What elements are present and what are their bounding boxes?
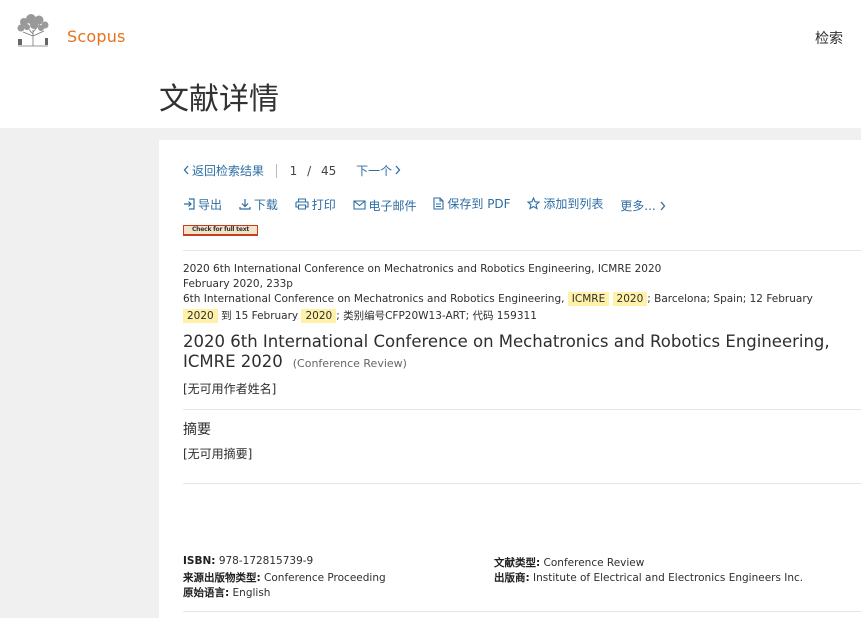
next-result-label: 下一个 xyxy=(356,164,393,178)
source-title-link[interactable]: 2020 6th International Conference on Mec… xyxy=(183,263,661,275)
star-icon xyxy=(527,197,541,210)
highlight-term: ICMRE xyxy=(567,292,610,306)
export-label: 导出 xyxy=(198,197,223,212)
divider xyxy=(183,409,861,410)
check-full-text-button[interactable]: Check for full text xyxy=(183,225,258,236)
download-label: 下载 xyxy=(253,197,278,212)
divider xyxy=(183,611,861,612)
publisher-row: 出版商: Institute of Electrical and Electro… xyxy=(494,570,803,585)
nav-divider xyxy=(275,163,277,178)
authors-placeholder: [无可用作者姓名] xyxy=(183,382,277,396)
document-details-panel: 返回检索结果 1 / 45 下一个 导出 下载 打印 电子邮件 保存到 PDF … xyxy=(159,140,861,618)
email-label: 电子邮件 xyxy=(368,198,417,213)
scopus-brand-link[interactable]: Scopus xyxy=(67,27,126,46)
email-icon xyxy=(352,200,366,210)
isbn-value: 978-172815739-9 xyxy=(218,555,314,567)
print-button[interactable]: 打印 xyxy=(295,196,336,213)
conference-info-line: 6th International Conference on Mechatro… xyxy=(183,292,813,306)
save-pdf-button[interactable]: 保存到 PDF xyxy=(433,195,511,212)
language-row: 原始语言: English xyxy=(183,585,270,600)
print-icon xyxy=(295,198,309,210)
conference-date-range: 到 15 February xyxy=(217,310,302,322)
result-current: 1 xyxy=(289,163,298,178)
document-title-text: 2020 6th International Conference on Mec… xyxy=(183,332,830,371)
highlight-term: 2020 xyxy=(183,309,218,323)
conference-location: ; Barcelona; Spain; 12 February xyxy=(647,293,813,305)
document-toolbar: 导出 下载 打印 电子邮件 保存到 PDF 添加到列表 更多... xyxy=(183,195,682,214)
language-label: 原始语言: xyxy=(183,587,230,599)
highlight-term: 2020 xyxy=(301,309,337,323)
divider xyxy=(183,250,861,251)
document-type-value: Conference Review xyxy=(543,557,645,569)
document-type-label: 文献类型: xyxy=(494,557,541,569)
print-label: 打印 xyxy=(311,197,336,212)
language-value: English xyxy=(232,587,271,599)
back-to-results-link[interactable]: 返回检索结果 xyxy=(183,162,264,179)
result-slash: / xyxy=(307,163,312,178)
document-title: 2020 6th International Conference on Mec… xyxy=(183,332,843,374)
result-navigation: 返回检索结果 1 / 45 下一个 xyxy=(183,162,401,179)
export-icon xyxy=(184,198,195,210)
pdf-icon xyxy=(433,197,444,210)
conference-dates-line: 2020 到 15 February 2020; 类别编号CFP20W13-AR… xyxy=(183,308,537,323)
result-total: 45 xyxy=(321,163,337,178)
add-to-list-label: 添加到列表 xyxy=(543,197,604,211)
page-title: 文献详情 xyxy=(159,82,279,117)
more-label: 更多... xyxy=(620,199,656,213)
chevron-right-icon xyxy=(395,165,401,175)
chevron-right-icon xyxy=(660,201,666,210)
document-type-badge: (Conference Review) xyxy=(292,357,407,370)
download-icon xyxy=(239,199,251,210)
isbn-label: ISBN: xyxy=(183,555,216,567)
source-type-label: 来源出版物类型: xyxy=(183,572,261,584)
save-pdf-label: 保存到 PDF xyxy=(447,197,511,211)
abstract-text: [无可用摘要] xyxy=(183,447,253,461)
export-button[interactable]: 导出 xyxy=(183,196,222,213)
publisher-value: Institute of Electrical and Electronics … xyxy=(533,572,804,584)
back-to-results-label: 返回检索结果 xyxy=(192,164,265,178)
search-link[interactable]: 检索 xyxy=(815,28,843,48)
source-type-row: 来源出版物类型: Conference Proceeding xyxy=(183,570,386,585)
source-issue-info: February 2020, 233p xyxy=(183,278,293,290)
more-button[interactable]: 更多... xyxy=(620,197,668,214)
chevron-left-icon xyxy=(183,165,189,175)
isbn-row: ISBN: 978-172815739-9 xyxy=(183,555,313,567)
publisher-label: 出版商: xyxy=(494,572,530,584)
source-type-value: Conference Proceeding xyxy=(264,572,386,584)
conference-code: ; 类别编号CFP20W13-ART; 代码 159311 xyxy=(336,310,537,322)
document-type-row: 文献类型: Conference Review xyxy=(494,555,644,570)
email-button[interactable]: 电子邮件 xyxy=(352,197,417,214)
highlight-term: 2020 xyxy=(612,292,648,306)
download-button[interactable]: 下载 xyxy=(239,196,278,213)
divider xyxy=(183,483,861,484)
elsevier-tree-logo[interactable] xyxy=(12,12,54,48)
abstract-heading: 摘要 xyxy=(183,422,211,438)
next-result-link[interactable]: 下一个 xyxy=(356,162,401,179)
page-header: Scopus 检索 文献详情 xyxy=(0,0,861,128)
add-to-list-button[interactable]: 添加到列表 xyxy=(527,195,603,212)
conference-name: 6th International Conference on Mechatro… xyxy=(183,293,568,305)
